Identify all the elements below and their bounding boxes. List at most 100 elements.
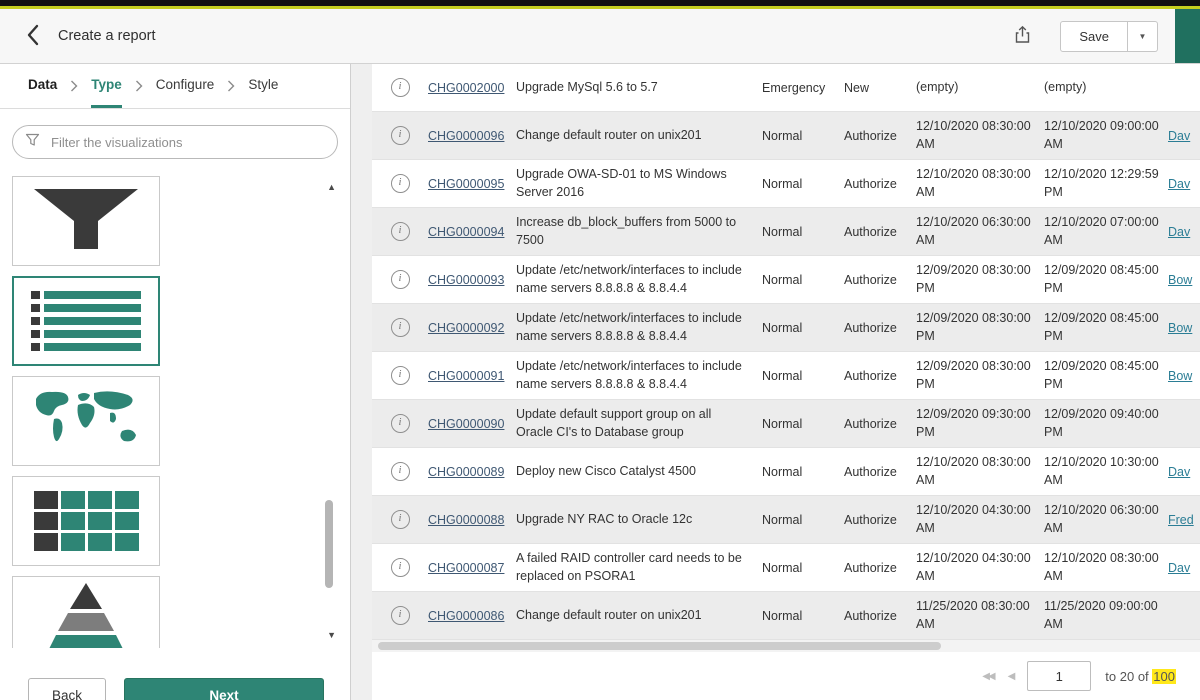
change-number-link[interactable]: CHG0000093	[428, 273, 516, 287]
info-icon[interactable]: i	[391, 606, 410, 625]
end-date-cell: 12/10/2020 07:00:00 AM	[1044, 214, 1168, 249]
horizontal-scrollbar-thumb[interactable]	[378, 642, 941, 650]
start-date-cell: 12/09/2020 08:30:00 PM	[916, 262, 1044, 297]
first-page-icon[interactable]: ◀◀	[982, 671, 993, 682]
scroll-down-icon[interactable]: ▼	[327, 630, 336, 640]
assignee-link[interactable]: Dav	[1168, 465, 1200, 479]
state-cell: Authorize	[844, 513, 916, 527]
pagination: ◀◀ ◀ to 20 of 100	[372, 652, 1200, 700]
info-icon[interactable]: i	[391, 318, 410, 337]
step-label: Data	[28, 77, 57, 92]
state-cell: Authorize	[844, 465, 916, 479]
assignee-link[interactable]: Dav	[1168, 177, 1200, 191]
chevron-right-icon	[227, 80, 235, 92]
filter-input[interactable]	[49, 134, 325, 151]
start-date-cell: 12/09/2020 08:30:00 PM	[916, 358, 1044, 393]
table-row[interactable]: i CHG0000096 Change default router on un…	[372, 112, 1200, 160]
table-row[interactable]: i CHG0000092 Update /etc/network/interfa…	[372, 304, 1200, 352]
scroll-up-icon[interactable]: ▲	[327, 182, 336, 192]
info-icon[interactable]: i	[391, 366, 410, 385]
change-number-link[interactable]: CHG0000091	[428, 369, 516, 383]
info-icon[interactable]: i	[391, 510, 410, 529]
table-row[interactable]: i CHG0000087 A failed RAID controller ca…	[372, 544, 1200, 592]
table-row[interactable]: i CHG0000095 Upgrade OWA-SD-01 to MS Win…	[372, 160, 1200, 208]
step-label: Type	[91, 77, 122, 92]
step-configure[interactable]: Configure	[156, 64, 215, 108]
info-icon[interactable]: i	[391, 174, 410, 193]
assignee-link[interactable]: Bow	[1168, 321, 1200, 335]
table-row[interactable]: i CHG0000090 Update default support grou…	[372, 400, 1200, 448]
viz-type-map[interactable]	[12, 376, 160, 466]
change-number-link[interactable]: CHG0000088	[428, 513, 516, 527]
short-description-cell: Upgrade OWA-SD-01 to MS Windows Server 2…	[516, 166, 762, 201]
priority-cell: Normal	[762, 129, 844, 143]
chevron-right-icon	[135, 80, 143, 92]
table-horizontal-scrollbar[interactable]	[372, 640, 1200, 652]
change-number-link[interactable]: CHG0000096	[428, 129, 516, 143]
short-description-cell: Update /etc/network/interfaces to includ…	[516, 358, 762, 393]
step-type[interactable]: Type	[91, 64, 122, 108]
end-date-cell: 12/09/2020 08:45:00 PM	[1044, 262, 1168, 297]
info-icon[interactable]: i	[391, 222, 410, 241]
table-row[interactable]: i CHG0002000 Upgrade MySql 5.6 to 5.7 Em…	[372, 64, 1200, 112]
short-description-cell: Update /etc/network/interfaces to includ…	[516, 310, 762, 345]
table-row[interactable]: i CHG0000088 Upgrade NY RAC to Oracle 12…	[372, 496, 1200, 544]
assignee-link[interactable]: Fred	[1168, 513, 1200, 527]
state-cell: Authorize	[844, 177, 916, 191]
back-button[interactable]	[16, 19, 50, 53]
wizard-next-button[interactable]: Next	[124, 678, 324, 700]
change-number-link[interactable]: CHG0000092	[428, 321, 516, 335]
info-cell: i	[372, 414, 428, 433]
change-number-link[interactable]: CHG0000086	[428, 609, 516, 623]
viz-type-list[interactable]	[12, 276, 160, 366]
viz-type-heatmap[interactable]	[12, 476, 160, 566]
viz-type-funnel[interactable]	[12, 176, 160, 266]
short-description-cell: Change default router on unix201	[516, 607, 762, 625]
save-button[interactable]: Save	[1060, 21, 1128, 52]
info-icon[interactable]: i	[391, 414, 410, 433]
change-number-link[interactable]: CHG0000089	[428, 465, 516, 479]
info-cell: i	[372, 222, 428, 241]
assignee-link[interactable]: Dav	[1168, 561, 1200, 575]
table-row[interactable]: i CHG0000093 Update /etc/network/interfa…	[372, 256, 1200, 304]
save-dropdown-button[interactable]: ▼	[1128, 21, 1158, 52]
assignee-link[interactable]: Dav	[1168, 129, 1200, 143]
info-cell: i	[372, 78, 428, 97]
change-number-link[interactable]: CHG0000094	[428, 225, 516, 239]
end-date-cell: 12/09/2020 08:45:00 PM	[1044, 358, 1168, 393]
table-row[interactable]: i CHG0000091 Update /etc/network/interfa…	[372, 352, 1200, 400]
change-number-link[interactable]: CHG0002000	[428, 81, 516, 95]
priority-cell: Normal	[762, 273, 844, 287]
table-row[interactable]: i CHG0000086 Change default router on un…	[372, 592, 1200, 640]
end-date-cell: 12/09/2020 08:45:00 PM	[1044, 310, 1168, 345]
viz-scrollbar-thumb[interactable]	[325, 500, 333, 588]
info-cell: i	[372, 462, 428, 481]
step-data[interactable]: Data	[28, 64, 57, 108]
total-count: 100	[1152, 669, 1176, 684]
info-icon[interactable]: i	[391, 462, 410, 481]
table-row[interactable]: i CHG0000089 Deploy new Cisco Catalyst 4…	[372, 448, 1200, 496]
info-icon[interactable]: i	[391, 558, 410, 577]
info-cell: i	[372, 318, 428, 337]
assignee-link[interactable]: Bow	[1168, 273, 1200, 287]
info-cell: i	[372, 270, 428, 289]
assignee-link[interactable]: Dav	[1168, 225, 1200, 239]
change-number-link[interactable]: CHG0000095	[428, 177, 516, 191]
table-row[interactable]: i CHG0000094 Increase db_block_buffers f…	[372, 208, 1200, 256]
step-style[interactable]: Style	[248, 64, 278, 108]
info-icon[interactable]: i	[391, 126, 410, 145]
start-date-cell: 11/25/2020 08:30:00 AM	[916, 598, 1044, 633]
info-icon[interactable]: i	[391, 78, 410, 97]
wizard-back-button[interactable]: Back	[28, 678, 106, 700]
change-number-link[interactable]: CHG0000087	[428, 561, 516, 575]
report-designer-panel: Data Type Configure Style	[0, 64, 351, 700]
change-number-link[interactable]: CHG0000090	[428, 417, 516, 431]
state-cell: Authorize	[844, 321, 916, 335]
previous-page-icon[interactable]: ◀	[1008, 671, 1014, 682]
share-button[interactable]	[1013, 25, 1032, 48]
page-input[interactable]	[1027, 661, 1091, 691]
info-icon[interactable]: i	[391, 270, 410, 289]
viz-type-pyramid[interactable]	[12, 576, 160, 648]
assignee-link[interactable]: Bow	[1168, 369, 1200, 383]
short-description-cell: Upgrade NY RAC to Oracle 12c	[516, 511, 762, 529]
